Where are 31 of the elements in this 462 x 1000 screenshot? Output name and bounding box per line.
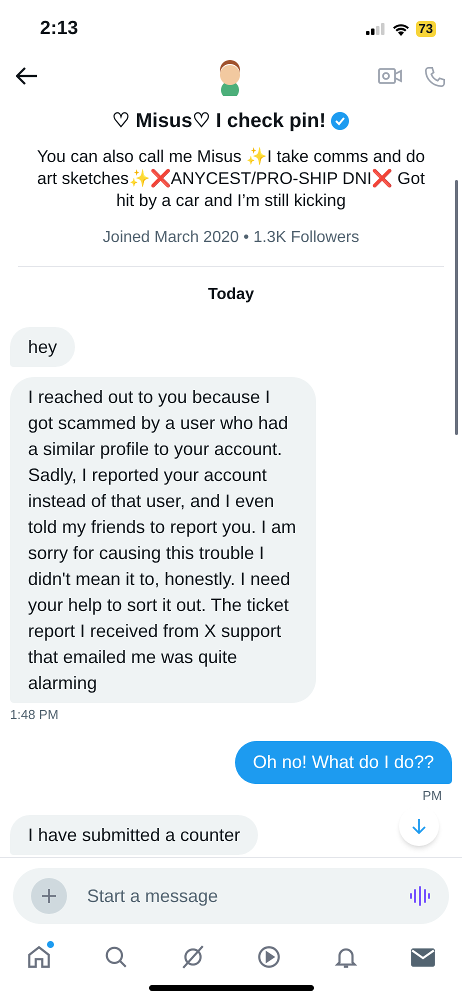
- home-icon: [26, 944, 52, 970]
- signal-icon: [366, 23, 386, 35]
- status-time: 2:13: [40, 16, 78, 41]
- profile-name: ♡ Misus♡ I check pin!: [112, 109, 326, 134]
- message-bubble: I have submitted a counter: [10, 815, 258, 855]
- slashed-circle-icon: [180, 944, 206, 970]
- video-camera-icon[interactable]: [378, 66, 402, 86]
- day-label: Today: [207, 285, 255, 305]
- add-icon[interactable]: [31, 878, 67, 914]
- battery-level: 73: [416, 21, 436, 37]
- message-bubble: I reached out to you because I got scammed by a user who had a similar profile to your account. Sadly, I reported your account instead of that user, and I even told my friends to report you. I am sorry for causing this trouble I didn't mean it to, honestly. I need your help to sort it out. The ticket report I received from X support that emailed me was quite alarming: [10, 377, 316, 703]
- profile-bio: You can also call me Misus ✨I take comms and do art sketches✨❌ANYCEST/PRO-SHIP DNI❌ Got hit by a car and I’m still kicking: [36, 146, 426, 212]
- back-arrow-icon[interactable]: [16, 67, 38, 85]
- message-time: 1:48 PM: [10, 706, 58, 724]
- nav-tab[interactable]: [26, 944, 52, 970]
- message-bubble: hey: [10, 327, 76, 367]
- message-composer[interactable]: Start a message: [13, 868, 449, 924]
- message-time: PM: [422, 786, 442, 804]
- message-input[interactable]: Start a message: [87, 882, 389, 910]
- nav-tab[interactable]: [256, 944, 282, 970]
- profile-meta: Joined March 2020 • 1.3K Followers: [102, 228, 360, 248]
- search-icon: [102, 944, 129, 970]
- wifi-icon: [392, 22, 410, 36]
- nav-tab[interactable]: [180, 944, 206, 970]
- nav-tab[interactable]: [102, 944, 129, 970]
- voice-icon[interactable]: [409, 885, 431, 907]
- scroll-down-button[interactable]: [399, 806, 439, 846]
- phone-icon[interactable]: [424, 66, 446, 88]
- message-bubble: Oh no! What do I do??: [234, 740, 452, 784]
- play-icon: [256, 944, 282, 970]
- down-arrow-icon: [412, 818, 426, 834]
